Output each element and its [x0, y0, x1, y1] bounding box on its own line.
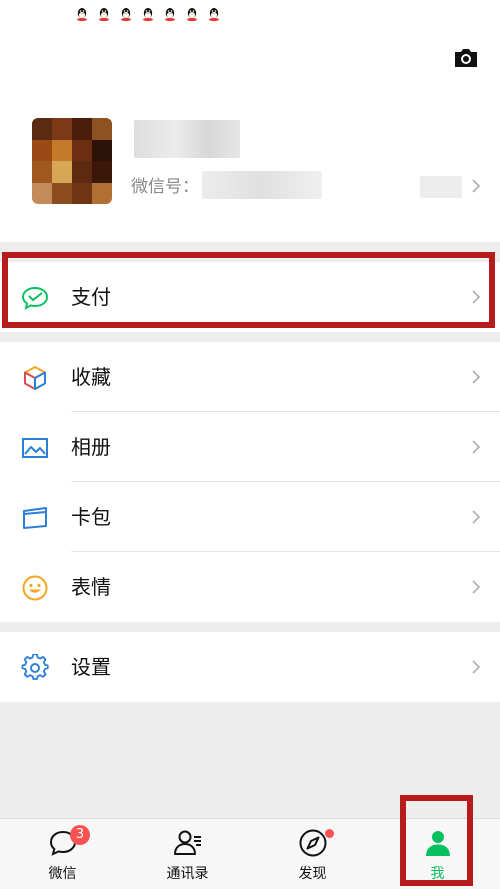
nickname-redacted	[134, 120, 240, 158]
wechat-id-label: 微信号：	[131, 177, 199, 197]
qq-icon	[143, 8, 153, 22]
menu-item-settings[interactable]: 设置	[0, 632, 500, 702]
menu-item-stickers[interactable]: 表情	[0, 552, 500, 622]
chevron-right-icon	[472, 179, 481, 193]
chevron-right-icon	[472, 660, 481, 674]
new-dot-badge	[325, 829, 334, 838]
menu-label-settings: 设置	[71, 655, 111, 679]
menu-label-cards: 卡包	[71, 505, 111, 529]
tab-contacts[interactable]: 通讯录	[125, 819, 250, 889]
qq-icon	[165, 8, 175, 22]
card-wallet-icon	[23, 507, 47, 529]
menu-label-album: 相册	[71, 435, 111, 459]
tab-label-me: 我	[430, 866, 445, 882]
tab-label-chats: 微信	[48, 866, 77, 882]
avatar[interactable]	[32, 118, 112, 204]
tab-label-discover: 发现	[298, 866, 327, 882]
wallet-check-icon	[21, 286, 49, 310]
status-bar	[0, 0, 500, 30]
tab-label-contacts: 通讯录	[166, 866, 209, 882]
camera-icon[interactable]	[453, 47, 479, 69]
chevron-right-icon	[472, 510, 481, 524]
tab-me[interactable]: 我	[375, 819, 500, 889]
menu-item-cards[interactable]: 卡包	[0, 482, 500, 552]
notification-icons	[74, 6, 222, 22]
profile-header[interactable]: 微信号：	[0, 30, 500, 242]
contacts-icon	[173, 830, 201, 855]
tools-section: 收藏 相册 卡包 表情	[0, 342, 500, 622]
qq-icon	[209, 8, 219, 22]
chevron-right-icon	[472, 370, 481, 384]
qq-icon	[121, 8, 131, 22]
qr-code-icon[interactable]	[420, 176, 462, 198]
unread-badge: 3	[70, 825, 90, 845]
menu-label-favorites: 收藏	[71, 365, 111, 389]
cube-icon	[24, 366, 46, 390]
tab-chats[interactable]: 3 微信	[0, 819, 125, 889]
tab-discover[interactable]: 发现	[250, 819, 375, 889]
qq-icon	[99, 8, 109, 22]
pay-section: 支付	[0, 262, 500, 332]
image-icon	[22, 438, 48, 458]
chevron-right-icon	[472, 440, 481, 454]
menu-item-album[interactable]: 相册	[0, 412, 500, 482]
smiley-icon	[22, 575, 48, 601]
bottom-tab-bar: 3 微信 通讯录 发现 我	[0, 818, 500, 889]
person-icon	[425, 831, 450, 856]
menu-item-favorites[interactable]: 收藏	[0, 342, 500, 412]
settings-section: 设置	[0, 632, 500, 702]
compass-icon	[299, 829, 326, 857]
gear-icon	[21, 654, 49, 680]
qq-icon	[77, 8, 87, 22]
menu-item-pay[interactable]: 支付	[0, 262, 500, 332]
wechat-id-redacted	[202, 171, 322, 199]
qq-icon	[187, 8, 197, 22]
menu-label-stickers: 表情	[71, 575, 111, 599]
chevron-right-icon	[472, 290, 481, 304]
menu-label-pay: 支付	[71, 285, 111, 309]
chevron-right-icon	[472, 580, 481, 594]
